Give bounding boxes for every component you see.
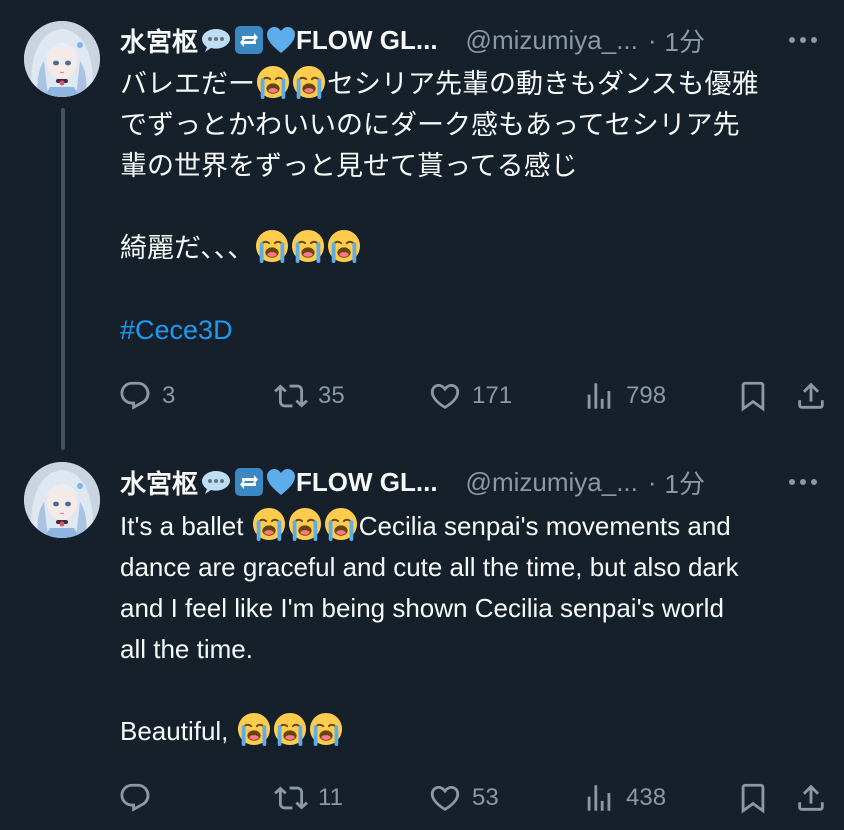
more-icon [789, 479, 817, 485]
more-icon [789, 37, 817, 43]
repeat-emoji [235, 26, 264, 54]
reply-button[interactable]: 3 [118, 376, 175, 416]
avatar[interactable] [24, 462, 100, 538]
tweet-header: 水宮枢 FLOW GL... @mizumiya_... · 1分 [120, 462, 832, 502]
action-bar: 11 53 438 [118, 778, 834, 818]
retweet-icon [274, 786, 308, 810]
share-icon [798, 382, 824, 409]
separator-dot: · [647, 466, 657, 497]
text-line: Cecilia senpai's movements and [358, 511, 731, 541]
text-line: 輩の世界をずっと見せて貰ってる感じ [120, 151, 578, 181]
loudly-crying-face-emoji [292, 65, 326, 99]
loudly-crying-face-emoji [255, 229, 289, 263]
author-handle[interactable]: @mizumiya_... [466, 25, 638, 56]
author-name[interactable]: 水宮枢 FLOW GL... [120, 464, 438, 501]
reply-icon [120, 381, 150, 410]
text-line: dance are graceful and cute all the time… [120, 552, 739, 582]
timestamp[interactable]: 1分 [665, 464, 705, 501]
like-button[interactable]: 171 [428, 376, 512, 416]
reply-icon [120, 783, 150, 812]
more-options-button[interactable] [788, 468, 818, 496]
avatar-image [24, 462, 100, 538]
loudly-crying-face-emoji [256, 65, 290, 99]
hashtag-link[interactable]: #Cece3D [120, 315, 233, 345]
blue-heart-emoji [267, 469, 296, 495]
separator-dot: · [647, 24, 657, 55]
tweet-1[interactable]: 水宮枢 FLOW GL... @mizumiya_... · 1分 バレエだー セ… [0, 0, 844, 440]
analytics-icon [587, 383, 611, 409]
avatar[interactable] [24, 21, 100, 97]
bookmark-button[interactable] [736, 778, 770, 818]
text-line: all the time. [120, 634, 253, 664]
blue-heart-emoji [267, 27, 296, 53]
author-handle[interactable]: @mizumiya_... [466, 467, 638, 498]
text-line: It's a ballet [120, 511, 251, 541]
speech-bubble-emoji [202, 471, 231, 494]
text-line: Beautiful, [120, 716, 236, 746]
views-button[interactable]: 798 [582, 376, 666, 416]
tweet-2[interactable]: 水宮枢 FLOW GL... @mizumiya_... · 1分 It's a… [0, 440, 844, 830]
text-line: でずっとかわいいのにダーク感もあってセシリア先 [120, 110, 740, 140]
tweet-header: 水宮枢 FLOW GL... @mizumiya_... · 1分 [120, 20, 832, 60]
heart-icon [430, 383, 460, 409]
loudly-crying-face-emoji [309, 712, 343, 746]
repeat-emoji [235, 468, 264, 496]
share-icon [798, 784, 824, 811]
loudly-crying-face-emoji [237, 712, 271, 746]
loudly-crying-face-emoji [291, 229, 325, 263]
more-options-button[interactable] [788, 26, 818, 54]
views-count: 798 [626, 382, 667, 409]
loudly-crying-face-emoji [288, 507, 322, 541]
retweet-button[interactable]: 35 [274, 376, 345, 416]
bookmark-icon [741, 783, 765, 814]
loudly-crying-face-emoji [327, 229, 361, 263]
author-name[interactable]: 水宮枢 FLOW GL... [120, 22, 438, 59]
heart-icon [430, 785, 460, 811]
text-line: and I feel like I'm being shown Cecilia … [120, 593, 724, 623]
speech-bubble-emoji [202, 29, 231, 52]
share-button[interactable] [794, 376, 828, 416]
retweet-count: 11 [318, 784, 343, 811]
views-count: 438 [626, 784, 667, 811]
share-button[interactable] [794, 778, 828, 818]
reply-count: 3 [162, 382, 176, 409]
text-line: バレエだー [120, 69, 255, 99]
loudly-crying-face-emoji [252, 507, 286, 541]
retweet-button[interactable]: 11 [274, 778, 343, 818]
text-line: セシリア先輩の動きもダンスも優雅 [327, 69, 759, 99]
retweet-icon [274, 384, 308, 408]
loudly-crying-face-emoji [324, 507, 358, 541]
avatar-image [24, 21, 100, 97]
like-count: 53 [472, 784, 499, 811]
text-line: 綺麗だ、、、 [120, 233, 255, 263]
retweet-count: 35 [318, 382, 345, 409]
like-button[interactable]: 53 [428, 778, 499, 818]
views-button[interactable]: 438 [582, 778, 666, 818]
tweet-text: It's a ballet Cecilia senpai's movements… [120, 506, 832, 752]
bookmark-icon [741, 381, 765, 412]
like-count: 171 [472, 382, 513, 409]
bookmark-button[interactable] [736, 376, 770, 416]
action-bar: 3 35 171 798 [118, 376, 834, 416]
timestamp[interactable]: 1分 [665, 22, 705, 59]
loudly-crying-face-emoji [273, 712, 307, 746]
analytics-icon [587, 785, 611, 811]
tweet-text: バレエだー セシリア先輩の動きもダンスも優雅 でずっとかわいいのにダーク感もあって… [120, 64, 832, 351]
reply-button[interactable] [118, 778, 162, 818]
